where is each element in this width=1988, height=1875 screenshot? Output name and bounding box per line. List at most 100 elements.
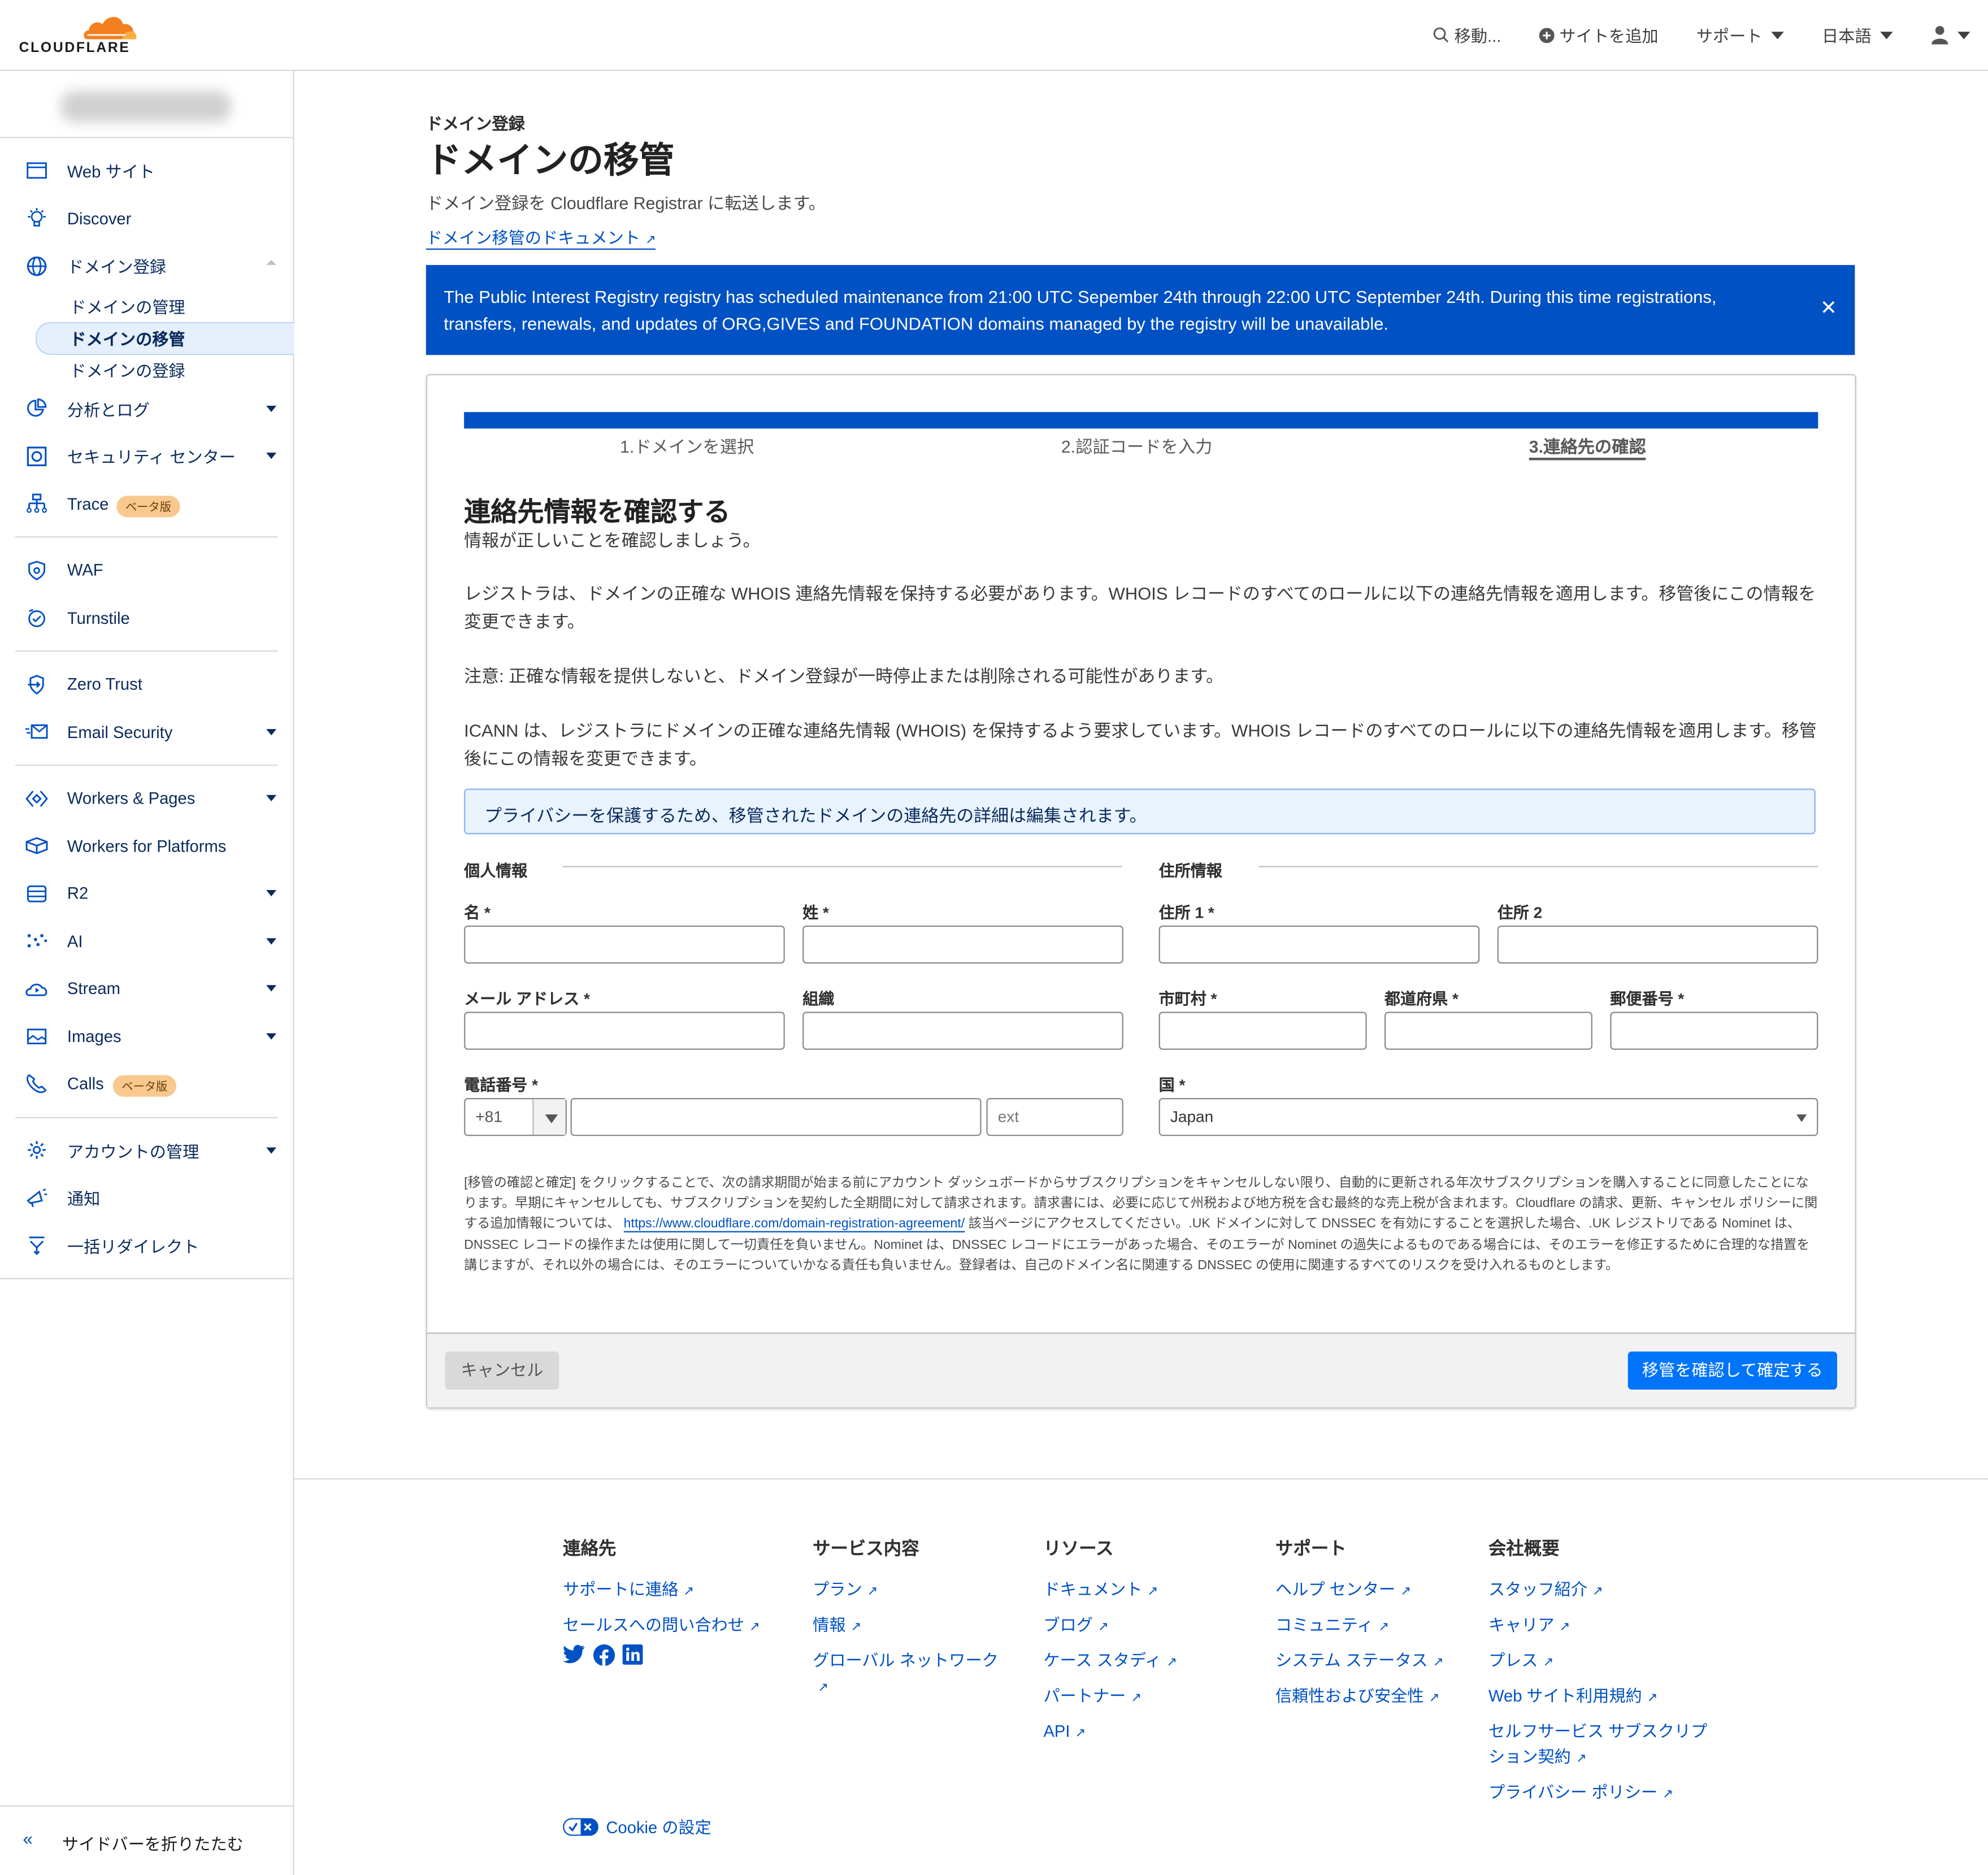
- external-link-icon: ↗: [1147, 1585, 1158, 1599]
- sidebar-item-label: 分析とログ: [67, 400, 150, 420]
- zip-input[interactable]: [1610, 1012, 1818, 1050]
- footer-link[interactable]: ドキュメント ↗: [1043, 1573, 1177, 1609]
- chevron-down-icon[interactable]: [266, 890, 277, 897]
- sidebar-item-calls[interactable]: Calls ベータ版: [0, 1060, 293, 1108]
- footer-link[interactable]: ブログ ↗: [1043, 1609, 1177, 1644]
- footer-link[interactable]: キャリア ↗: [1488, 1609, 1723, 1644]
- footer-link[interactable]: プレス ↗: [1488, 1644, 1723, 1680]
- country-code-select[interactable]: +81: [464, 1097, 567, 1136]
- phone-input[interactable]: [570, 1097, 982, 1136]
- chevron-down-icon[interactable]: [266, 1147, 277, 1153]
- footer-link[interactable]: Web サイト利用規約 ↗: [1488, 1680, 1723, 1716]
- first-name-input[interactable]: [464, 925, 785, 964]
- twitter-icon[interactable]: [563, 1644, 585, 1665]
- sidebar-item-ai[interactable]: AI: [0, 917, 293, 965]
- country-select[interactable]: Japan: [1158, 1097, 1818, 1136]
- user-menu[interactable]: [1931, 25, 1970, 45]
- chevron-down-icon[interactable]: [266, 938, 277, 944]
- add-site-label: サイトを追加: [1559, 27, 1659, 46]
- sidebar-item-security-center[interactable]: セキュリティ センター: [0, 432, 293, 480]
- last-name-input[interactable]: [802, 925, 1123, 964]
- footer-link[interactable]: グローバル ネットワーク ↗: [813, 1648, 1003, 1702]
- chevron-down-icon[interactable]: [532, 1099, 566, 1135]
- phone-ext-input[interactable]: ext: [986, 1097, 1123, 1136]
- confirm-transfer-button[interactable]: 移管を確認して確定する: [1627, 1351, 1837, 1390]
- chevron-down-icon[interactable]: [266, 728, 277, 735]
- footer-link[interactable]: ケース スタディ ↗: [1043, 1644, 1177, 1680]
- external-link-icon: ↗: [749, 1620, 760, 1635]
- sidebar-item-notifications[interactable]: 通知: [0, 1174, 293, 1222]
- footer-link[interactable]: セルフサービス サブスクリプション契約 ↗: [1488, 1719, 1723, 1772]
- facebook-icon[interactable]: [593, 1644, 615, 1666]
- step-confirm-contacts[interactable]: 3.連絡先の確認: [1529, 432, 1646, 461]
- support-menu[interactable]: サポート: [1696, 23, 1784, 47]
- footer-link[interactable]: ヘルプ センター ↗: [1275, 1573, 1444, 1609]
- chevron-down-icon[interactable]: [266, 985, 277, 992]
- address2-input[interactable]: [1497, 925, 1818, 964]
- footer-link[interactable]: サポートに連絡 ↗: [563, 1573, 760, 1609]
- goto-search-button[interactable]: 移動...: [1433, 23, 1501, 47]
- sidebar-item-websites[interactable]: Web サイト: [0, 147, 293, 194]
- chevron-down-icon[interactable]: [266, 1032, 277, 1039]
- sidebar-item-bulk-redirects[interactable]: 一括リダイレクト: [0, 1222, 293, 1269]
- footer-link[interactable]: システム ステータス ↗: [1275, 1644, 1444, 1680]
- step-select-domain[interactable]: 1.ドメインを選択: [620, 432, 754, 458]
- footer-link[interactable]: API ↗: [1043, 1716, 1177, 1751]
- transfer-docs-link[interactable]: ドメイン移管のドキュメント ↗: [426, 224, 656, 250]
- sidebar-subitem-transfer-domains[interactable]: ドメインの移管: [0, 321, 294, 355]
- linkedin-icon[interactable]: [622, 1644, 643, 1665]
- organization-input[interactable]: [802, 1012, 1123, 1050]
- footer-link[interactable]: スタッフ紹介 ↗: [1488, 1573, 1723, 1609]
- footer-link[interactable]: 情報 ↗: [813, 1609, 1003, 1644]
- sidebar-item-email-security[interactable]: Email Security: [0, 708, 293, 756]
- city-input[interactable]: [1158, 1012, 1367, 1050]
- redirect-icon: [25, 1234, 48, 1257]
- close-icon[interactable]: ✕: [1820, 296, 1837, 322]
- divider: [15, 536, 278, 538]
- email-input[interactable]: [464, 1012, 785, 1050]
- sidebar-item-discover[interactable]: Discover: [0, 194, 293, 242]
- footer-link[interactable]: コミュニティ ↗: [1275, 1609, 1444, 1644]
- footer-link[interactable]: プラン ↗: [813, 1573, 1003, 1609]
- sidebar-item-stream[interactable]: Stream: [0, 965, 293, 1012]
- chevron-down-icon[interactable]: [266, 795, 277, 801]
- country-value: Japan: [1170, 1108, 1214, 1126]
- collapse-sidebar-button[interactable]: « サイドバーを折りたたむ: [0, 1805, 293, 1875]
- sidebar-item-workers-platforms[interactable]: Workers for Platforms: [0, 822, 293, 870]
- sidebar-item-images[interactable]: Images: [0, 1013, 293, 1060]
- footer-link[interactable]: プライバシー ポリシー ↗: [1488, 1776, 1723, 1812]
- sidebar-item-r2[interactable]: R2: [0, 870, 293, 917]
- chevron-up-icon[interactable]: [266, 259, 277, 265]
- account-name-blurred[interactable]: [60, 91, 231, 122]
- sidebar-item-analytics[interactable]: 分析とログ: [0, 385, 293, 432]
- sparkles-icon: [25, 930, 48, 952]
- footer-link[interactable]: 信頼性および安全性 ↗: [1275, 1680, 1444, 1716]
- sidebar-item-domain-registration[interactable]: ドメイン登録: [0, 242, 293, 290]
- chevron-down-icon[interactable]: [266, 405, 277, 412]
- language-menu[interactable]: 日本語: [1822, 23, 1893, 47]
- last-name-label: 姓 *: [802, 904, 829, 922]
- footer-link[interactable]: セールスへの問い合わせ ↗: [563, 1609, 760, 1644]
- external-link-icon: ↗: [1543, 1656, 1554, 1670]
- sidebar-item-account-management[interactable]: アカウントの管理: [0, 1126, 293, 1174]
- cookie-settings-link[interactable]: Cookie の設定: [563, 1815, 711, 1839]
- cancel-button[interactable]: キャンセル: [445, 1351, 559, 1390]
- address1-input[interactable]: [1158, 925, 1480, 964]
- sidebar-item-zero-trust[interactable]: Zero Trust: [0, 661, 293, 708]
- sidebar-item-trace[interactable]: Trace ベータ版: [0, 480, 293, 527]
- state-input[interactable]: [1384, 1012, 1592, 1050]
- cloudflare-logo[interactable]: CLOUDFLARE: [19, 12, 141, 56]
- sidebar-subitem-register-domains[interactable]: ドメインの登録: [0, 353, 293, 385]
- sidebar-item-waf[interactable]: WAF: [0, 546, 293, 594]
- first-name-label: 名 *: [464, 904, 491, 922]
- sidebar-item-turnstile[interactable]: Turnstile: [0, 594, 293, 641]
- footer-link[interactable]: パートナー ↗: [1043, 1680, 1177, 1716]
- step-enter-auth-code[interactable]: 2.認証コードを入力: [1061, 432, 1213, 458]
- sidebar-subitem-manage-domains[interactable]: ドメインの管理: [0, 290, 293, 322]
- add-site-button[interactable]: サイトを追加: [1539, 23, 1659, 47]
- registration-agreement-link[interactable]: https://www.cloudflare.com/domain-regist…: [623, 1217, 965, 1233]
- chevron-down-icon[interactable]: [266, 452, 277, 459]
- footer-column-support: サポート ヘルプ センター ↗ コミュニティ ↗ システム ステータス ↗ 信頼性およ…: [1275, 1535, 1444, 1716]
- sidebar-item-workers-pages[interactable]: Workers & Pages: [0, 775, 293, 822]
- beta-badge: ベータ版: [112, 1075, 176, 1097]
